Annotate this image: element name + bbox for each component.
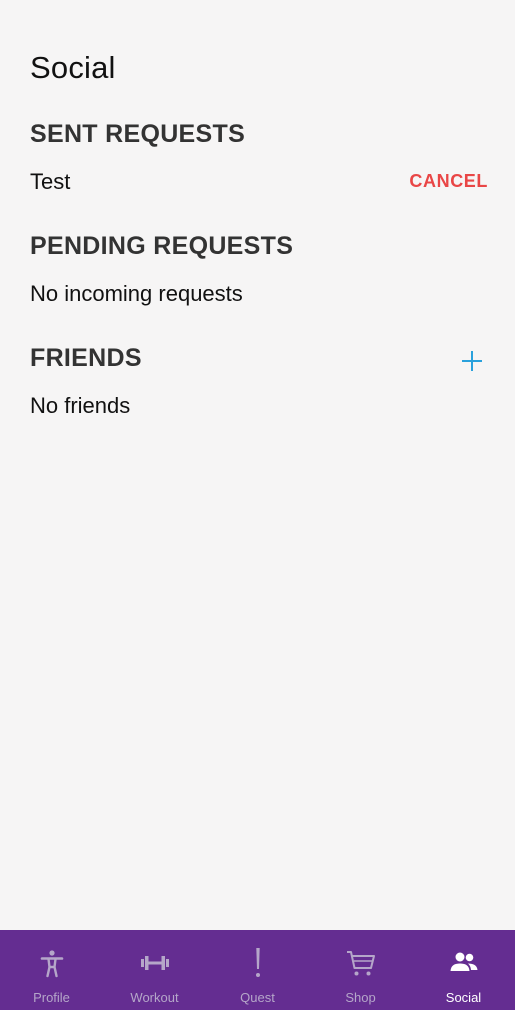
- nav-item-workout[interactable]: Workout: [103, 930, 206, 1010]
- sent-requests-heading: SENT REQUESTS: [30, 120, 246, 148]
- people-icon: [449, 948, 479, 978]
- pending-requests-heading: PENDING REQUESTS: [30, 232, 294, 260]
- nav-item-quest[interactable]: Quest: [206, 930, 309, 1010]
- friends-heading: FRIENDS: [30, 344, 142, 372]
- cart-icon: [346, 948, 376, 978]
- nav-label-workout: Workout: [130, 990, 179, 1005]
- bottom-navigation: Profile Workout Quest Shop Social: [0, 930, 515, 1010]
- nav-label-social: Social: [445, 990, 482, 1005]
- pending-requests-empty-text: No incoming requests: [30, 281, 243, 306]
- dumbbell-icon: [140, 948, 170, 978]
- sent-request-name: Test: [30, 169, 71, 194]
- add-friend-button[interactable]: [460, 349, 484, 373]
- nav-item-profile[interactable]: Profile: [0, 930, 103, 1010]
- friends-empty-text: No friends: [30, 393, 131, 418]
- nav-label-quest: Quest: [240, 990, 275, 1005]
- nav-label-shop: Shop: [345, 990, 376, 1005]
- person-icon: [37, 948, 67, 978]
- nav-label-profile: Profile: [33, 990, 70, 1005]
- plus-icon: [462, 351, 482, 371]
- nav-item-social[interactable]: Social: [412, 930, 515, 1010]
- cancel-request-button[interactable]: CANCEL: [409, 171, 488, 192]
- exclamation-icon: [243, 948, 273, 978]
- social-screen: Social SENT REQUESTS Test CANCEL PENDING…: [0, 0, 515, 1010]
- nav-item-shop[interactable]: Shop: [309, 930, 412, 1010]
- page-title: Social: [30, 50, 116, 85]
